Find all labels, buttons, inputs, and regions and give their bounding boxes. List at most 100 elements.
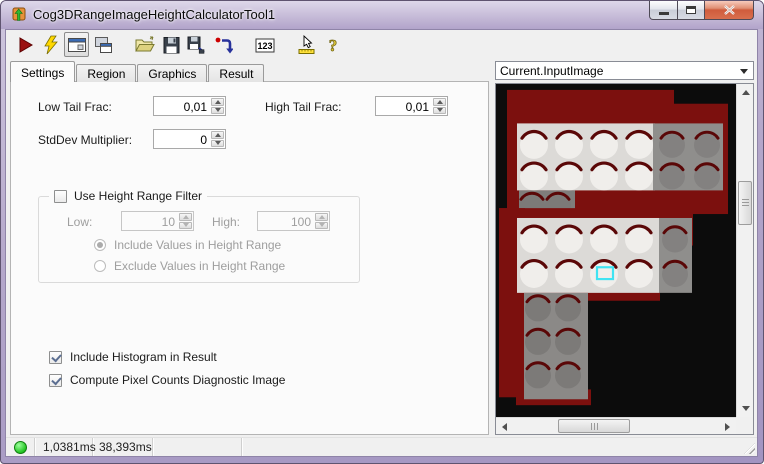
save-icon: [163, 36, 179, 53]
triangle-right-icon: [725, 422, 730, 431]
live-run-button[interactable]: [38, 32, 63, 57]
horizontal-scrollbar[interactable]: [496, 417, 736, 434]
high-spinner: 100: [257, 211, 330, 231]
triangle-up-icon: [741, 90, 750, 95]
float-display-button[interactable]: [90, 32, 115, 57]
svg-text:?: ?: [328, 36, 337, 55]
low-tail-frac-spinner[interactable]: 0,01: [153, 96, 226, 116]
high-value: 100: [290, 215, 311, 229]
open-button[interactable]: [132, 32, 157, 57]
include-histogram-row: Include Histogram in Result: [49, 350, 217, 364]
compute-pixel-counts-row: Compute Pixel Counts Diagnostic Image: [49, 373, 285, 387]
triangle-left-icon: [502, 422, 507, 431]
use-height-range-filter-checkbox[interactable]: [54, 189, 67, 203]
spin-up-button[interactable]: [211, 131, 224, 139]
run-button[interactable]: [12, 32, 37, 57]
exclude-values-label: Exclude Values in Height Range: [114, 259, 286, 273]
tab-graphics[interactable]: Graphics: [137, 64, 208, 82]
horizontal-scroll-thumb[interactable]: [558, 419, 630, 433]
low-value: 10: [161, 215, 175, 229]
chevron-up-icon: [436, 99, 443, 104]
tab-region[interactable]: Region: [76, 64, 137, 82]
include-histogram-checkbox[interactable]: [49, 350, 62, 364]
image-frame: [495, 83, 754, 435]
spin-down-button[interactable]: [211, 139, 224, 147]
image-selector-combobox[interactable]: Current.InputImage: [495, 61, 754, 80]
low-tail-frac-value[interactable]: 0,01: [154, 97, 210, 115]
tab-result[interactable]: Result: [208, 64, 265, 82]
window-body: 123 ? Settings Region Graphics Result Lo…: [5, 29, 758, 457]
scroll-down-button[interactable]: [737, 400, 754, 417]
settings-page: Low Tail Frac: 0,01 High Tail Frac: 0,01…: [10, 81, 489, 435]
vertical-scrollbar[interactable]: [736, 84, 753, 417]
low-label: Low:: [67, 215, 93, 229]
vertical-scroll-thumb[interactable]: [738, 181, 752, 225]
svg-text:123: 123: [257, 41, 272, 51]
high-label: High:: [212, 215, 241, 229]
high-tail-frac-value[interactable]: 0,01: [376, 97, 432, 115]
exclude-values-radio-row: Exclude Values in Height Range: [94, 259, 285, 273]
chevron-up-icon: [214, 99, 221, 104]
minimize-icon: [658, 11, 669, 15]
titlebar[interactable]: Cog3DRangeImageHeightCalculatorTool1: [1, 1, 763, 29]
probe-icon: [298, 34, 315, 54]
stddev-multiplier-value[interactable]: 0: [154, 130, 210, 148]
tab-label: Settings: [21, 66, 65, 80]
float-display-icon: [94, 36, 112, 53]
tool-window: Cog3DRangeImageHeightCalculatorTool1 123…: [0, 0, 764, 464]
chevron-down-icon: [214, 141, 221, 146]
chevron-down-icon: [214, 108, 221, 113]
use-height-range-filter-label: Use Height Range Filter: [74, 189, 203, 203]
maximize-button[interactable]: [678, 1, 705, 20]
help-button[interactable]: ?: [320, 32, 345, 57]
close-button[interactable]: [705, 1, 754, 20]
stddev-multiplier-label: StdDev Multiplier:: [38, 133, 133, 147]
save-as-button[interactable]: [184, 32, 209, 57]
compute-pixel-counts-checkbox[interactable]: [49, 373, 62, 387]
probe-button[interactable]: [294, 32, 319, 57]
show-display-icon: [67, 37, 86, 52]
calculator-button[interactable]: 123: [252, 32, 277, 57]
save-as-icon: [187, 36, 205, 54]
calculator-icon: 123: [255, 38, 274, 52]
range-image: [496, 84, 736, 417]
image-display-pane: Current.InputImage: [494, 61, 755, 435]
show-display-button[interactable]: [64, 32, 89, 57]
total-time: 38,393ms: [99, 440, 152, 454]
tab-settings[interactable]: Settings: [10, 61, 76, 82]
chevron-up-icon: [214, 132, 221, 137]
run-time: 1,0381ms: [43, 440, 96, 454]
triangle-down-icon: [741, 406, 750, 411]
high-tail-frac-spinner[interactable]: 0,01: [375, 96, 448, 116]
spin-up-button[interactable]: [433, 98, 446, 106]
spinner-buttons: [210, 97, 225, 115]
spin-down-button: [179, 221, 192, 229]
spin-up-button: [179, 213, 192, 221]
spin-down-button[interactable]: [433, 106, 446, 114]
save-button[interactable]: [158, 32, 183, 57]
status-empty-panel: [153, 438, 242, 456]
spin-up-button[interactable]: [211, 98, 224, 106]
stddev-multiplier-spinner[interactable]: 0: [153, 129, 226, 149]
spinner-buttons: [178, 212, 193, 230]
spinner-buttons: [210, 130, 225, 148]
resize-grip[interactable]: [744, 443, 755, 454]
height-range-filter-group: Use Height Range Filter Low: 10 High: 10…: [38, 189, 360, 283]
scroll-up-button[interactable]: [737, 84, 754, 101]
spin-down-button[interactable]: [211, 106, 224, 114]
tab-label: Region: [87, 67, 126, 81]
lightning-icon: [43, 35, 58, 54]
tab-label: Graphics: [148, 67, 197, 81]
include-values-radio-row: Include Values in Height Range: [94, 238, 281, 252]
range-image-view[interactable]: [496, 84, 736, 417]
include-histogram-label: Include Histogram in Result: [70, 350, 217, 364]
scroll-right-button[interactable]: [719, 418, 736, 435]
statusbar: 1,0381ms 38,393ms: [6, 437, 757, 456]
reset-button[interactable]: [210, 32, 235, 57]
minimize-button[interactable]: [649, 1, 678, 20]
chevron-down-icon: [318, 223, 325, 228]
scroll-left-button[interactable]: [496, 418, 513, 435]
run-icon: [19, 36, 33, 53]
open-icon: [135, 36, 155, 51]
chevron-down-icon: [740, 69, 748, 74]
